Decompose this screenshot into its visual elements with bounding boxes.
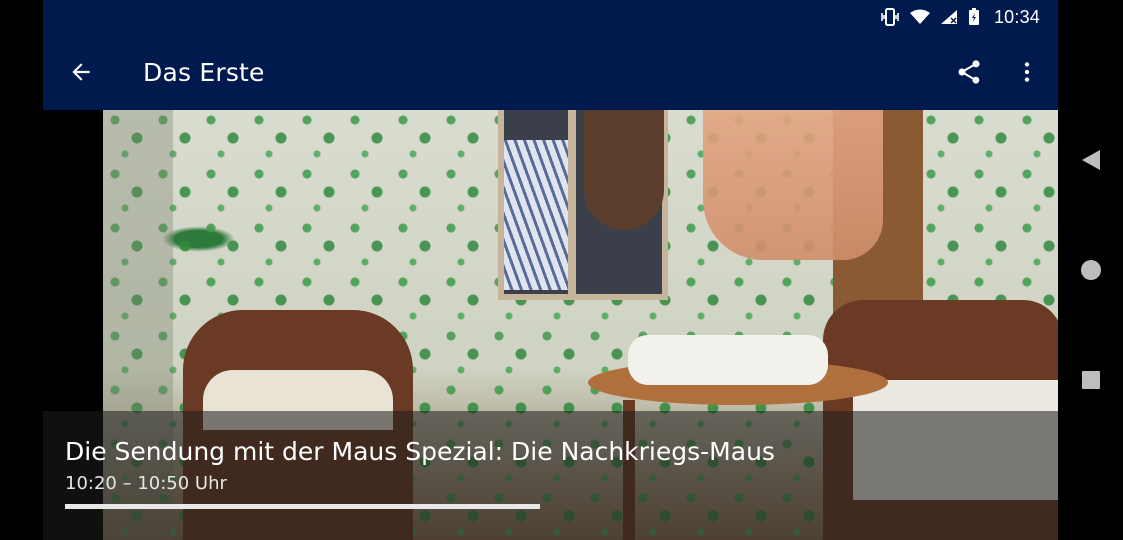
video-scene-shirt [504,140,574,290]
recents-square-icon [1082,371,1100,389]
system-nav-bar [1058,0,1123,540]
more-options-button[interactable] [1011,56,1043,88]
nav-recents-button[interactable] [1078,367,1104,393]
video-scene-hand [703,110,883,260]
vibrate-icon [880,8,900,26]
program-time: 10:20 – 10:50 Uhr [65,473,227,494]
home-circle-icon [1081,260,1101,280]
video-scene-window-bar [568,110,576,294]
video-scene-window [498,110,668,300]
share-icon [958,60,980,84]
status-bar: 10:34 [43,0,1058,34]
share-button[interactable] [953,56,985,88]
app-bar: Das Erste [43,34,1058,110]
video-scene-face [584,110,664,230]
nav-home-button[interactable] [1078,257,1104,283]
more-vert-icon [1024,62,1030,82]
program-info-overlay: Die Sendung mit der Maus Spezial: Die Na… [43,411,1058,540]
signal-icon [940,9,958,25]
back-button[interactable] [65,56,97,88]
nav-back-button[interactable] [1078,147,1104,173]
channel-title: Das Erste [143,58,265,87]
program-title: Die Sendung mit der Maus Spezial: Die Na… [65,437,775,466]
back-triangle-icon [1082,150,1100,170]
status-clock: 10:34 [993,6,1040,27]
battery-charging-icon [968,8,980,26]
video-scene-tablecloth [628,335,828,385]
program-progress-bar [65,504,540,509]
arrow-back-icon [72,63,90,81]
video-scene-table [588,335,888,405]
wifi-icon [909,9,930,25]
status-icons: 10:34 [880,0,1040,34]
program-progress-fill [65,504,540,509]
